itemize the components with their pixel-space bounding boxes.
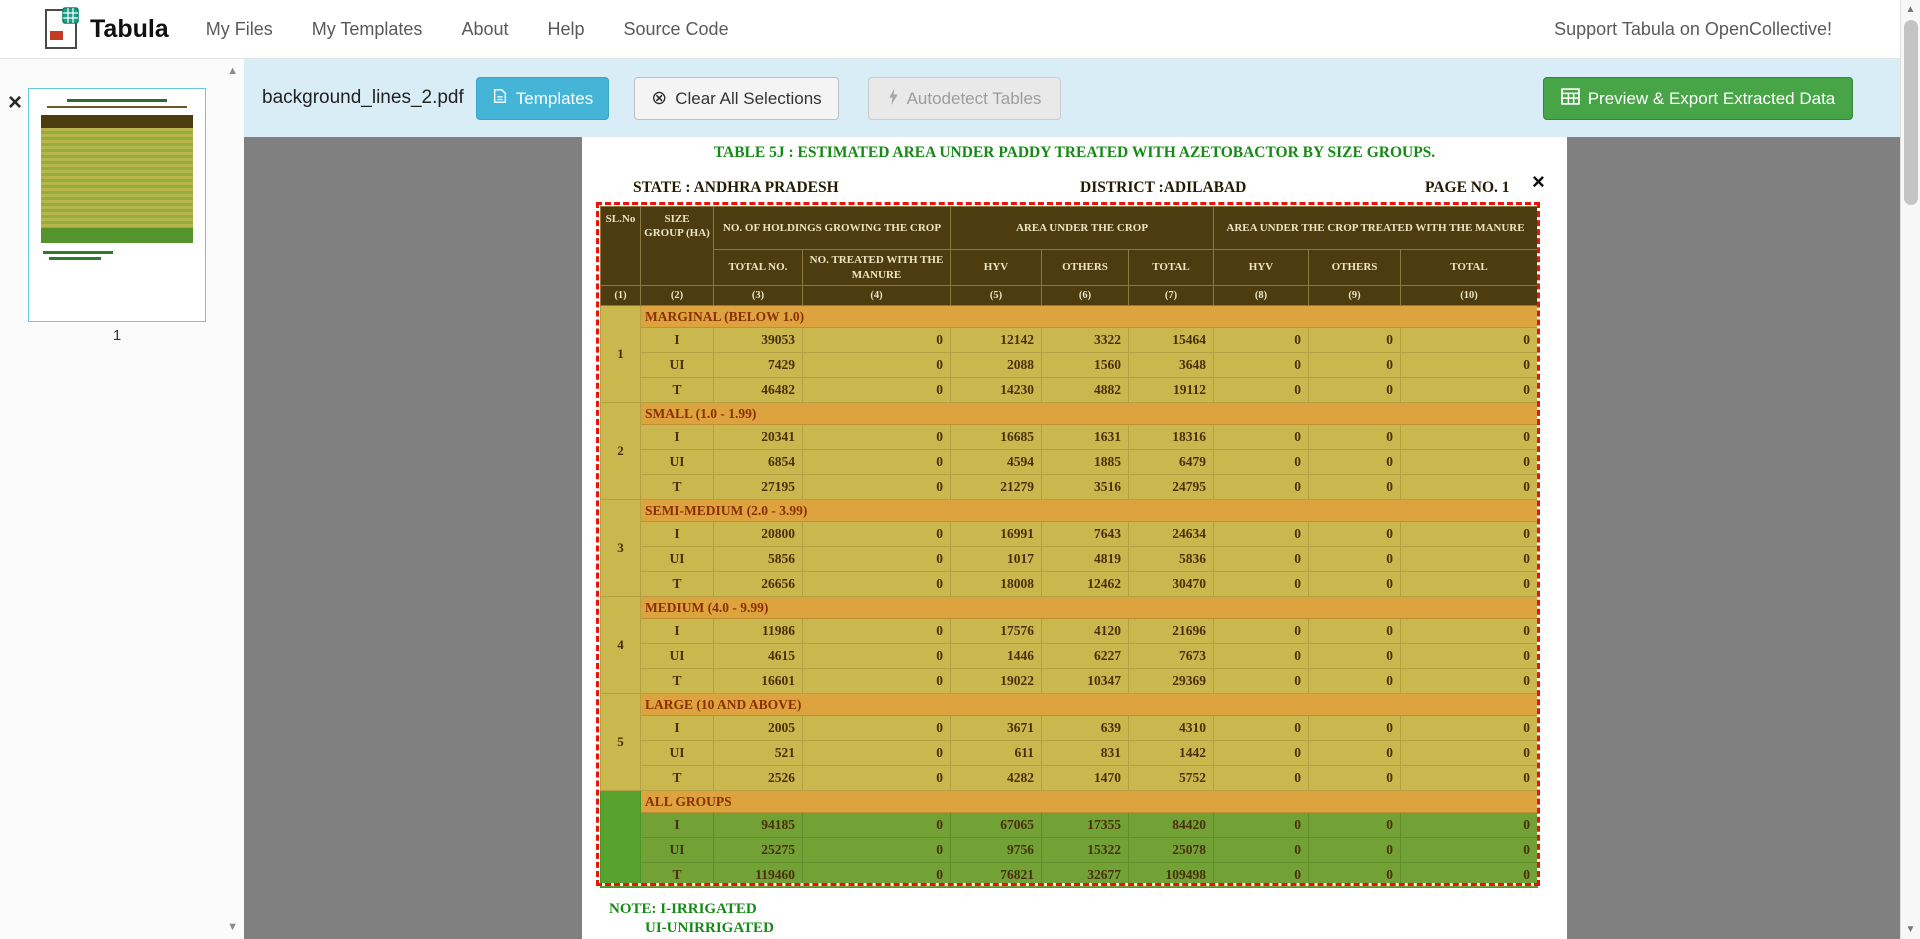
flash-icon bbox=[888, 88, 899, 110]
thumbnail-table bbox=[41, 115, 193, 243]
clear-selections-button[interactable]: ⊗ Clear All Selections bbox=[634, 77, 839, 120]
navbar: Tabula My Files My Templates About Help Sour… bbox=[0, 0, 1920, 59]
sidebar-scroll-up-icon[interactable]: ▲ bbox=[227, 65, 238, 77]
main-nav: My Files My Templates About Help Source Code bbox=[206, 19, 729, 40]
clear-button-label: Clear All Selections bbox=[675, 89, 821, 109]
nav-item-help[interactable]: Help bbox=[547, 19, 584, 40]
window-scrollbar[interactable]: ▲ ▼ bbox=[1900, 0, 1920, 939]
nav-item-about[interactable]: About bbox=[461, 19, 508, 40]
pdf-table-title: TABLE 5J : ESTIMATED AREA UNDER PADDY TR… bbox=[582, 144, 1567, 162]
support-link[interactable]: Support Tabula on OpenCollective! bbox=[1554, 19, 1832, 40]
pdf-page[interactable]: TABLE 5J : ESTIMATED AREA UNDER PADDY TR… bbox=[582, 137, 1567, 939]
autodetect-tables-button[interactable]: Autodetect Tables bbox=[868, 77, 1061, 120]
page-number: 1 bbox=[28, 327, 206, 344]
page-no-label: PAGE NO. 1 bbox=[1425, 179, 1510, 197]
thumbnail-title-line bbox=[67, 99, 167, 102]
thumbnail-note-line bbox=[43, 251, 113, 254]
document-viewer: TABLE 5J : ESTIMATED AREA UNDER PADDY TR… bbox=[244, 137, 1900, 939]
nav-item-my-templates[interactable]: My Templates bbox=[312, 19, 423, 40]
state-label: STATE : ANDHRA PRADESH bbox=[633, 179, 839, 197]
remove-page-icon[interactable]: × bbox=[8, 91, 22, 115]
sidebar-scroll-down-icon[interactable]: ▼ bbox=[227, 921, 238, 933]
export-button-label: Preview & Export Extracted Data bbox=[1588, 89, 1836, 109]
autodetect-button-label: Autodetect Tables bbox=[907, 89, 1042, 109]
thumbnail-table-header bbox=[41, 115, 193, 128]
clear-circle-x-icon: ⊗ bbox=[651, 89, 667, 108]
brand-title[interactable]: Tabula bbox=[90, 15, 169, 44]
thumbnail-subtitle-line bbox=[47, 106, 187, 108]
preview-export-button[interactable]: Preview & Export Extracted Data bbox=[1543, 77, 1853, 120]
tabula-logo-icon[interactable] bbox=[44, 7, 80, 51]
page-thumbnail[interactable] bbox=[28, 88, 206, 322]
filename-label: background_lines_2.pdf bbox=[262, 87, 464, 109]
thumbnail-table-rows bbox=[41, 128, 193, 228]
table-selection[interactable] bbox=[596, 202, 1540, 886]
scrollbar-down-icon[interactable]: ▼ bbox=[1901, 924, 1920, 935]
thumbnail-table-footer bbox=[41, 228, 193, 243]
templates-button[interactable]: Templates bbox=[476, 77, 609, 120]
template-icon bbox=[492, 88, 508, 109]
note-line-1: NOTE: I-IRRIGATED bbox=[609, 901, 757, 918]
note-line-2: UI-UNIRRIGATED bbox=[645, 920, 774, 937]
templates-button-label: Templates bbox=[516, 89, 593, 109]
nav-item-my-files[interactable]: My Files bbox=[206, 19, 273, 40]
nav-item-source-code[interactable]: Source Code bbox=[624, 19, 729, 40]
thumbnail-note-line bbox=[49, 257, 101, 260]
toolbar: background_lines_2.pdf Templates ⊗ Clear… bbox=[244, 59, 1900, 137]
selection-close-icon[interactable]: × bbox=[1532, 171, 1545, 193]
thumbnail-sidebar: × 1 ▲ ▼ bbox=[0, 59, 244, 939]
scrollbar-thumb[interactable] bbox=[1904, 20, 1918, 205]
district-label: DISTRICT :ADILABAD bbox=[1080, 179, 1246, 197]
table-grid-icon bbox=[1561, 88, 1580, 110]
scrollbar-up-icon[interactable]: ▲ bbox=[1901, 4, 1920, 15]
